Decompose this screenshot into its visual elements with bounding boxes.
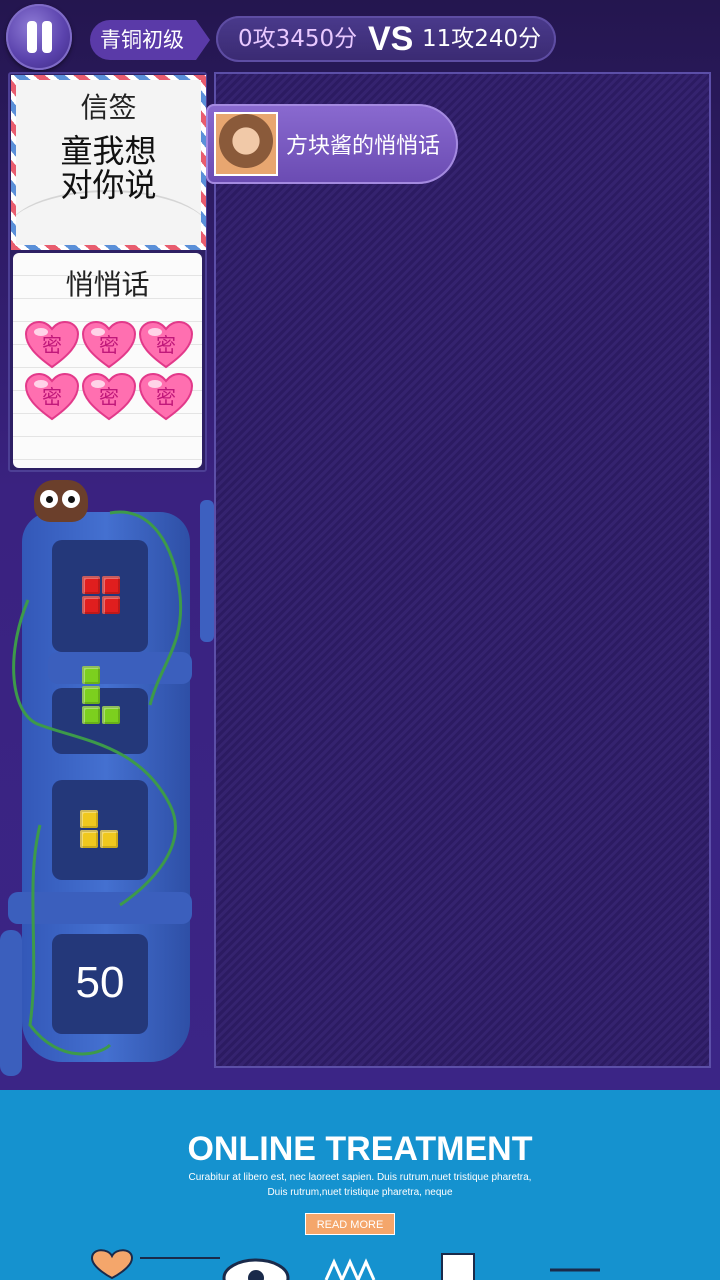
secret-heart-button[interactable]: 密 [81,372,137,421]
secret-heart-button[interactable]: 密 [81,320,137,369]
heart-label: 密 [156,333,176,357]
game-board[interactable] [214,72,711,1068]
my-score: 0攻3450分 [238,26,358,52]
ad-body-line: Duis rutrum,nuet tristique pharetra, neq… [267,1187,453,1198]
heart-label: 密 [99,385,119,409]
rank-badge: 青铜初级 [90,20,210,60]
letter-message: 童我想对你说 [16,134,201,202]
ad-body-line: Curabitur at libero est, nec laoreet sap… [188,1172,532,1183]
avatar [214,112,278,176]
letter-message-text: 童我想对你说 [60,132,157,204]
remaining-counter: 50 [75,958,125,1007]
ad-headline: ONLINE TREATMENT [187,1130,533,1168]
pause-button[interactable] [6,4,72,70]
pause-icon [27,21,37,53]
heart-label: 密 [42,333,62,357]
whisper-title: 悄悄话 [65,268,150,301]
letter-title: 信签 [80,91,137,124]
ad-read-more-button[interactable]: READ MORE [305,1213,395,1235]
heart-label: 密 [99,333,119,357]
ad-banner[interactable]: ONLINE TREATMENT Curabitur at libero est… [0,1090,720,1280]
ad-icons [90,1249,600,1280]
opponent-score: 11攻240分 [422,26,542,52]
vs-label: VS [368,20,414,58]
secret-heart-button[interactable]: 密 [138,320,194,369]
secret-heart-button[interactable]: 密 [24,372,80,421]
heart-label: 密 [42,385,62,409]
whisper-card: 悄悄话 密 密 密 密 密 密 [13,253,202,468]
letter-card[interactable]: 信签 童我想对你说 [11,75,206,250]
ad-body: Curabitur at libero est, nec laoreet sap… [160,1170,560,1200]
whisper-notification-text: 方块酱的悄悄话 [286,134,441,159]
heart-label: 密 [156,385,176,409]
pause-icon-bar [42,21,52,53]
whisper-notification[interactable]: 方块酱的悄悄话 [206,104,458,184]
score-panel: 0攻3450分 VS 11攻240分 [216,16,556,62]
secret-heart-button[interactable]: 密 [138,372,194,421]
secret-heart-button[interactable]: 密 [24,320,80,369]
